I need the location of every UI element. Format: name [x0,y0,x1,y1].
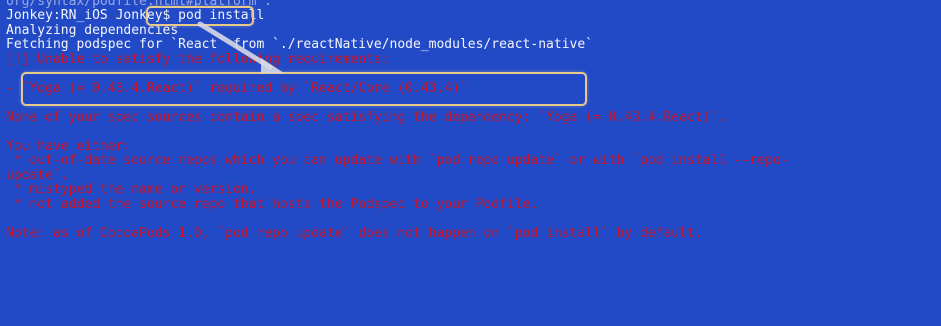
terminal-line-note: Note: as of CocoaPods 1.0, `pod repo upd… [6,226,703,241]
highlight-box-pod-install [146,6,254,26]
terminal-line-unable: [!] Unable to satisfy the following requ… [6,52,390,67]
screenshot-frame: org/syntax/podfile.html#platform`. Jonke… [0,0,941,326]
terminal-line-fetching: Fetching podspec for `React` from `./rea… [6,37,593,52]
terminal-line-none-of-your: None of your spec sources contain a spec… [6,110,727,125]
highlight-box-requirement [21,72,587,106]
terminal-line-not-added: * not added the source repo that hosts t… [6,197,539,212]
terminal-line-update: update`. [6,168,69,183]
terminal-window[interactable]: org/syntax/podfile.html#platform`. Jonke… [0,0,941,326]
terminal-line-out-of-date: * out-of-date source repos which you can… [6,153,789,168]
terminal-line-you-have: You have either: [6,139,132,154]
terminal-line-mistyped: * mistyped the name or version. [6,182,257,197]
